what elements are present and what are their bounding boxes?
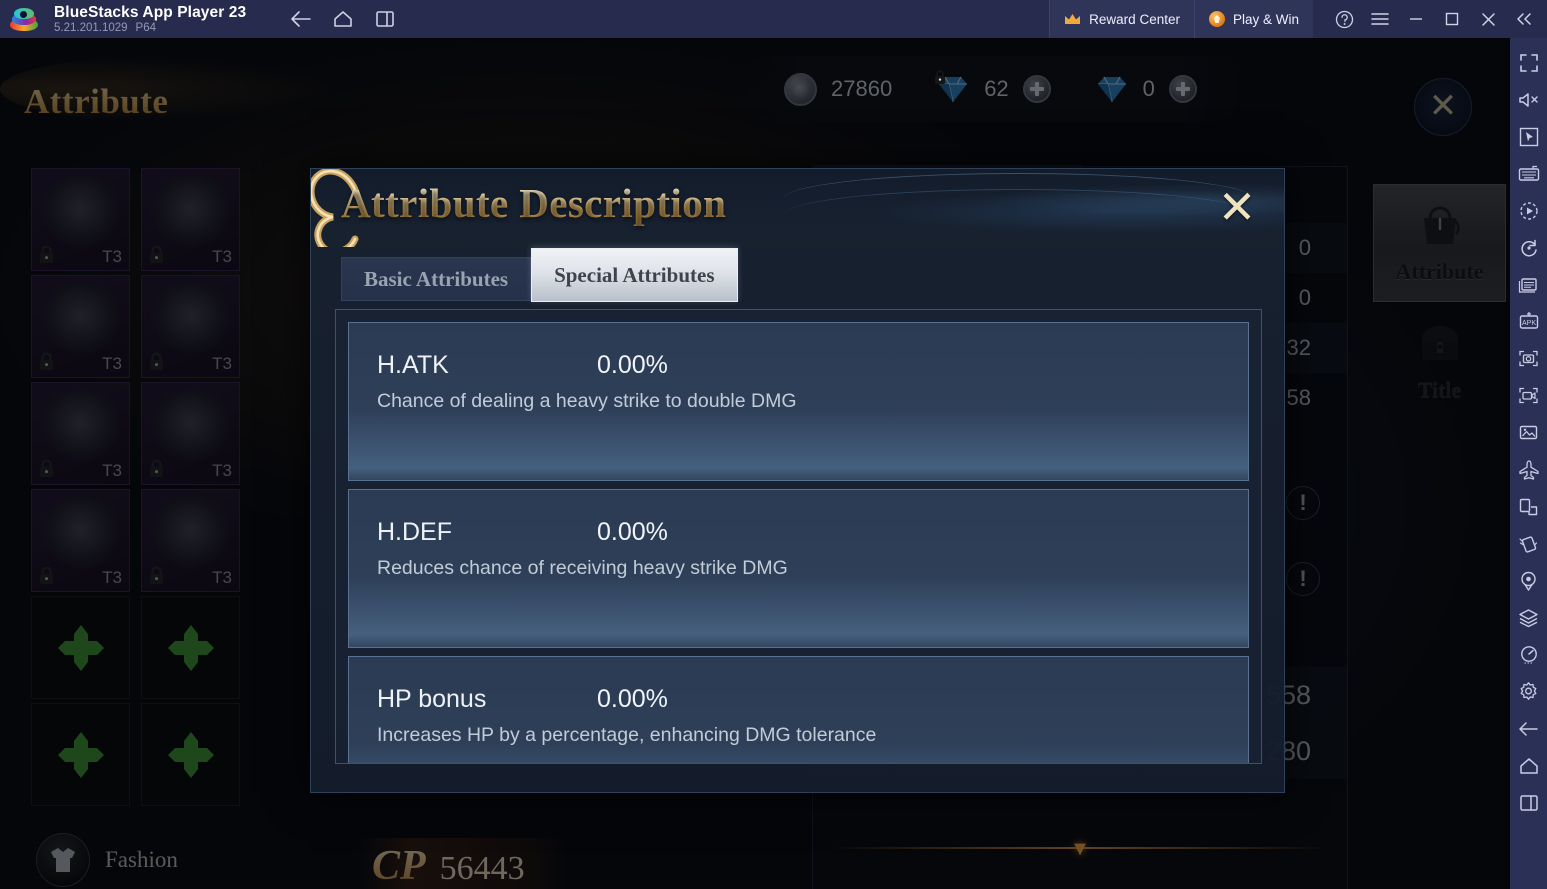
app-title: BlueStacks App Player 23 xyxy=(54,3,247,21)
multi-instance-icon[interactable] xyxy=(1513,268,1544,301)
bluestacks-logo-icon xyxy=(10,6,40,32)
android-recents-icon[interactable] xyxy=(1513,786,1544,819)
attribute-description: Increases HP by a percentage, enhancing … xyxy=(377,724,877,746)
app-version: 5.21.201.1029 P64 xyxy=(54,22,246,35)
attribute-value: 0.00% xyxy=(597,518,668,546)
screenshot-camera-icon[interactable] xyxy=(1513,342,1544,375)
lock-icon xyxy=(933,70,947,85)
bluestacks-toolbar: APK xyxy=(1510,38,1547,889)
double-chevron-left-icon[interactable] xyxy=(1507,0,1541,38)
attribute-description: Reduces chance of receiving heavy strike… xyxy=(377,557,788,579)
settings-gear-icon[interactable] xyxy=(1513,675,1544,708)
maximize-icon[interactable] xyxy=(1435,0,1469,38)
attribute-name: HP bonus xyxy=(377,685,487,713)
media-manager-icon[interactable] xyxy=(1513,416,1544,449)
tab-basic-attributes-label: Basic Attributes xyxy=(364,266,509,291)
close-icon[interactable] xyxy=(1471,0,1505,38)
help-icon[interactable] xyxy=(1327,0,1361,38)
attribute-value: 0.00% xyxy=(597,351,668,379)
header-decoration xyxy=(764,169,1284,247)
title-bar: BlueStacks App Player 23 5.21.201.1029 P6… xyxy=(0,0,1547,38)
tab-special-attributes-label: Special Attributes xyxy=(554,262,715,287)
tab-basic-attributes[interactable]: Basic Attributes xyxy=(341,257,532,301)
mute-volume-icon[interactable] xyxy=(1513,83,1544,116)
android-home-icon[interactable] xyxy=(1513,749,1544,782)
performance-meter-icon[interactable] xyxy=(1513,638,1544,671)
attribute-card: H.ATK 0.00% Chance of dealing a heavy st… xyxy=(348,322,1249,481)
version-number: 5.21.201.1029 xyxy=(54,21,128,34)
location-pin-icon[interactable] xyxy=(1513,564,1544,597)
play-and-win-button[interactable]: Play & Win xyxy=(1193,0,1313,38)
record-video-icon[interactable] xyxy=(1513,379,1544,412)
apk-install-icon[interactable]: APK xyxy=(1513,305,1544,338)
bluestacks-window: BlueStacks App Player 23 5.21.201.1029 P6… xyxy=(0,0,1547,889)
attribute-description: Chance of dealing a heavy strike to doub… xyxy=(377,390,797,412)
attribute-card: HP bonus 0.00% Increases HP by a percent… xyxy=(348,656,1249,763)
attribute-name: H.ATK xyxy=(377,351,449,379)
reward-center-label: Reward Center xyxy=(1089,11,1180,27)
home-icon[interactable] xyxy=(330,6,356,32)
dialog-header: Attribute Description ✕ xyxy=(311,169,1284,247)
attribute-description-dialog: Attribute Description ✕ Basic Attributes… xyxy=(310,168,1285,793)
hamburger-menu-icon[interactable] xyxy=(1363,0,1397,38)
crown-icon xyxy=(1064,13,1081,25)
recent-apps-icon[interactable] xyxy=(372,6,398,32)
resize-window-icon[interactable] xyxy=(1513,490,1544,523)
attribute-card: H.DEF 0.00% Reduces chance of receiving … xyxy=(348,489,1249,648)
tab-special-attributes[interactable]: Special Attributes xyxy=(531,248,738,302)
back-arrow-icon[interactable] xyxy=(288,6,314,32)
game-viewport: Attribute 27860 62 xyxy=(0,38,1510,889)
close-x-icon: ✕ xyxy=(1217,182,1257,233)
attribute-card-list[interactable]: H.ATK 0.00% Chance of dealing a heavy st… xyxy=(335,309,1262,764)
minimize-icon[interactable] xyxy=(1399,0,1433,38)
fullscreen-icon[interactable] xyxy=(1513,46,1544,79)
reward-center-button[interactable]: Reward Center xyxy=(1049,0,1194,38)
macro-play-icon[interactable] xyxy=(1513,194,1544,227)
attribute-value: 0.00% xyxy=(597,685,668,713)
token-coin-icon xyxy=(1208,11,1225,27)
dialog-close-button[interactable]: ✕ xyxy=(1214,185,1260,231)
shake-device-icon[interactable] xyxy=(1513,527,1544,560)
dialog-tabs: Basic Attributes Special Attributes xyxy=(341,248,738,302)
svg-text:APK: APK xyxy=(1521,320,1535,327)
keyboard-controls-icon[interactable] xyxy=(1513,157,1544,190)
attribute-name: H.DEF xyxy=(377,518,452,546)
rotate-screen-icon[interactable] xyxy=(1513,231,1544,264)
build-tag: P64 xyxy=(135,21,157,34)
layers-icon[interactable] xyxy=(1513,601,1544,634)
android-back-icon[interactable] xyxy=(1513,712,1544,745)
cursor-pointer-icon[interactable] xyxy=(1513,120,1544,153)
eco-mode-airplane-icon[interactable] xyxy=(1513,453,1544,486)
play-and-win-label: Play & Win xyxy=(1232,11,1299,27)
dialog-title: Attribute Description xyxy=(341,180,727,226)
